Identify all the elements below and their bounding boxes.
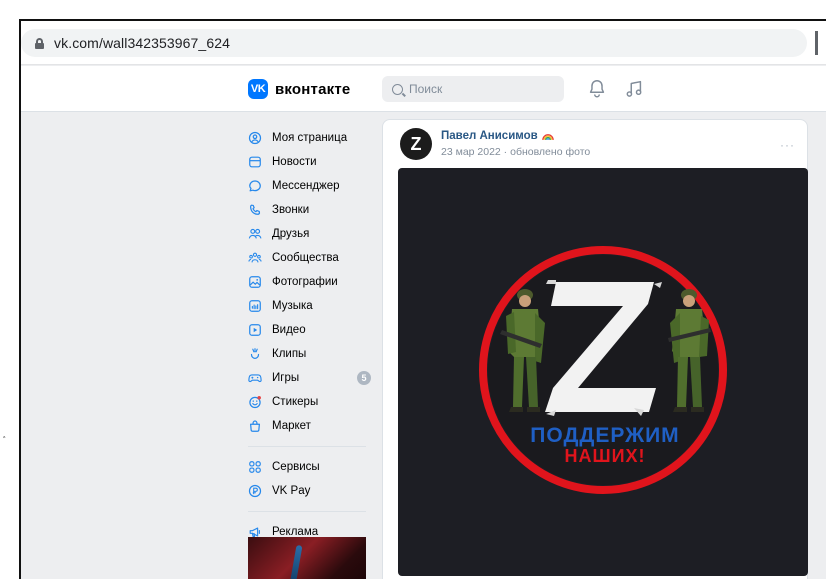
vk-logo-icon: VK — [248, 79, 268, 99]
address-bar[interactable]: vk.com/wall342353967_624 — [21, 29, 807, 57]
author-avatar[interactable]: Z — [400, 128, 432, 160]
sidebar-item-market[interactable]: Маркет — [248, 414, 373, 438]
music-note-icon[interactable] — [623, 78, 645, 100]
sidebar-item-video[interactable]: Видео — [248, 318, 373, 342]
search-input[interactable] — [409, 82, 549, 96]
post-date: 23 мар 2022 · обновлено фото — [441, 146, 591, 158]
left-navigation: Моя страница Новости Мессенджер Звонки Д… — [248, 126, 373, 544]
sidebar-item-calls[interactable]: Звонки — [248, 198, 373, 222]
sidebar-item-messenger[interactable]: Мессенджер — [248, 174, 373, 198]
sidebar-item-label: Клипы — [272, 348, 307, 360]
sidebar-item-label: Звонки — [272, 204, 310, 216]
sidebar-item-label: VK Pay — [272, 485, 311, 497]
search-icon — [392, 83, 403, 95]
phone-icon — [250, 204, 261, 215]
sidebar-item-label: Новости — [272, 156, 317, 168]
sidebar-divider — [248, 511, 366, 512]
search-box[interactable] — [382, 76, 564, 102]
sidebar-item-label: Игры — [272, 372, 300, 384]
games-count-badge: 5 — [357, 371, 371, 385]
sidebar-item-clips[interactable]: Клипы — [248, 342, 373, 366]
more-options-icon[interactable]: ··· — [780, 138, 795, 152]
sidebar-item-label: Стикеры — [272, 396, 319, 408]
news-icon — [249, 156, 261, 168]
sidebar-item-games[interactable]: Игры 5 — [248, 366, 373, 390]
ad-image[interactable] — [248, 537, 366, 579]
sidebar-item-communities[interactable]: Сообщества — [248, 246, 373, 270]
url-text[interactable]: vk.com/wall342353967_624 — [54, 35, 230, 51]
sidebar-item-my-page[interactable]: Моя страница — [248, 126, 373, 150]
sidebar-item-stickers[interactable]: Стикеры — [248, 390, 373, 414]
sidebar-item-photos[interactable]: Фотографии — [248, 270, 373, 294]
sidebar-item-label: Фотографии — [272, 276, 338, 288]
messenger-icon — [249, 180, 261, 192]
poster-text-line1: ПОДДЕРЖИМ — [530, 424, 679, 447]
services-icon — [249, 461, 261, 473]
sidebar-item-services[interactable]: Сервисы — [248, 455, 373, 479]
communities-icon — [248, 252, 262, 263]
browser-window: vk.com/wall342353967_624 VK вконтакте Мо… — [19, 19, 826, 579]
sidebar-item-friends[interactable]: Друзья — [248, 222, 373, 246]
sidebar-divider — [248, 446, 366, 447]
sidebar-item-news[interactable]: Новости — [248, 150, 373, 174]
stray-mark: ﾞ — [3, 436, 8, 446]
video-icon — [249, 324, 261, 336]
sidebar-item-label: Сообщества — [272, 252, 339, 264]
sidebar-item-label: Маркет — [272, 420, 311, 432]
avatar-letter: Z — [410, 133, 422, 154]
z-support-poster: Z ПОДДЕРЖИМ НАШИХ! — [479, 246, 727, 494]
sidebar-item-label: Друзья — [272, 228, 310, 240]
sidebar-item-label: Моя страница — [272, 132, 348, 144]
vk-logo-text: вконтакте — [275, 80, 351, 98]
vk-header: VK вконтакте — [21, 66, 826, 112]
lock-icon — [35, 37, 44, 49]
vk-logo[interactable]: VK вконтакте — [248, 79, 350, 99]
sidebar-item-music[interactable]: Музыка — [248, 294, 373, 318]
scrollbar[interactable] — [815, 31, 818, 55]
photos-icon — [249, 276, 261, 288]
sidebar-item-vk-pay[interactable]: VK Pay — [248, 479, 373, 503]
market-icon — [250, 420, 260, 432]
poster-text-line2: НАШИХ! — [564, 446, 645, 466]
clips-icon — [250, 348, 260, 359]
vkpay-icon — [248, 484, 262, 498]
sidebar-item-label: Сервисы — [272, 461, 320, 473]
games-icon — [248, 374, 262, 383]
sidebar-item-label: Музыка — [272, 300, 313, 312]
author-name: Павел Анисимов — [441, 130, 538, 142]
music-icon — [249, 300, 261, 312]
profile-icon — [248, 131, 262, 145]
friends-icon — [248, 228, 262, 239]
notifications-bell-icon[interactable] — [586, 78, 608, 100]
stickers-icon — [249, 396, 261, 409]
browser-toolbar: vk.com/wall342353967_624 — [21, 21, 826, 65]
wall-post: Z Павел Анисимов 23 мар 2022 · обновлено… — [382, 119, 808, 579]
rainbow-icon — [541, 133, 554, 140]
sidebar-item-label: Мессенджер — [272, 180, 340, 192]
post-author[interactable]: Павел Анисимов — [441, 130, 554, 142]
sidebar-item-label: Видео — [272, 324, 306, 336]
post-photo[interactable]: Z ПОДДЕРЖИМ НАШИХ! — [398, 168, 808, 576]
